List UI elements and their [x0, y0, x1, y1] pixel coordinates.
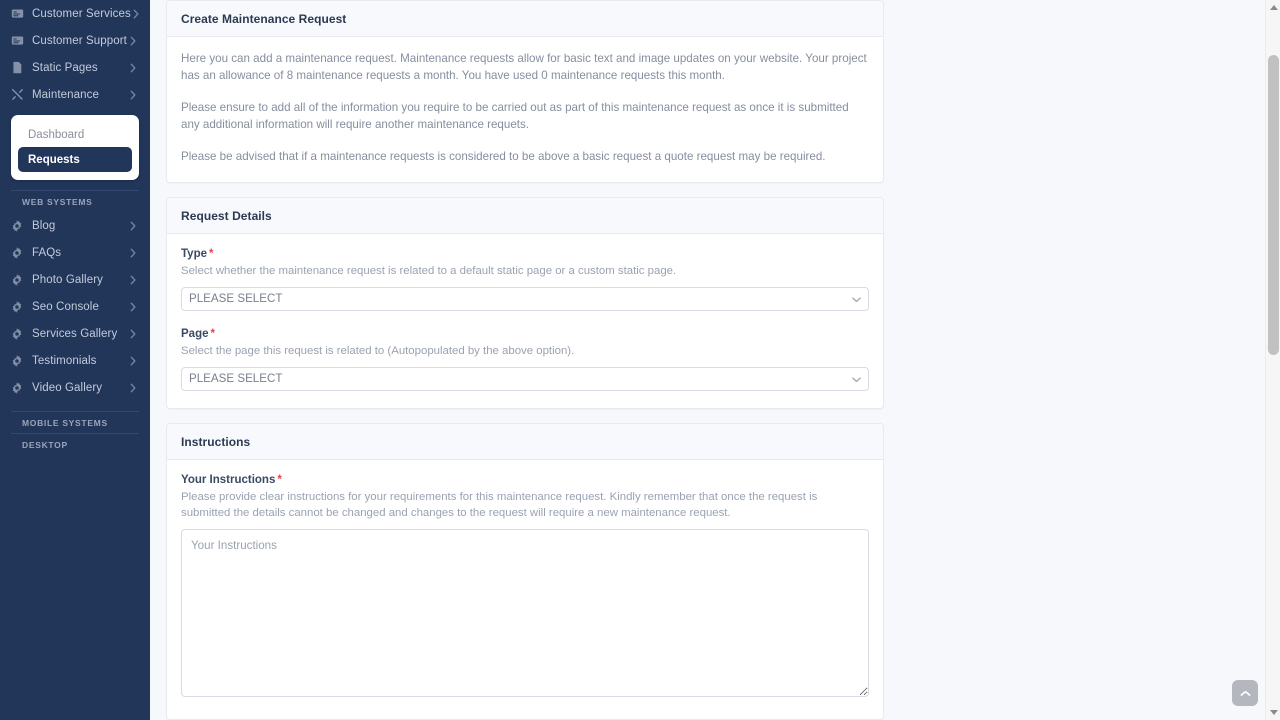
sidebar-item-label: Video Gallery — [32, 381, 103, 394]
sidebar-item-seo-console[interactable]: Seo Console — [0, 293, 150, 320]
page-label: Page * — [181, 328, 869, 340]
sidebar-item-photo-gallery[interactable]: Photo Gallery — [0, 266, 150, 293]
chevron-right-icon — [128, 275, 138, 285]
sidebar-item-label: Blog — [32, 219, 56, 232]
page-title: Create Maintenance Request — [181, 12, 347, 26]
sidebar-section-label: WEB SYSTEMS — [22, 196, 93, 207]
sidebar-item-label: Seo Console — [32, 300, 99, 313]
card-list-icon — [10, 7, 24, 21]
submenu-item-dashboard[interactable]: Dashboard — [18, 123, 132, 147]
your-instructions-help-text: Please provide clear instructions for yo… — [181, 490, 818, 519]
scrollbar-thumb[interactable] — [1268, 55, 1279, 355]
maintenance-submenu: Dashboard Requests — [11, 115, 139, 180]
intro-paragraph-1: Here you can add a maintenance request. … — [181, 52, 867, 82]
request-details-card: Request Details Type * Select whether the… — [166, 196, 884, 409]
gear-icon — [10, 273, 24, 287]
page-content: Create Maintenance Request Here you can … — [166, 0, 884, 720]
chevron-right-icon — [131, 9, 141, 19]
create-maintenance-request-card: Create Maintenance Request Here you can … — [166, 0, 884, 183]
main-content-area: Create Maintenance Request Here you can … — [150, 0, 1280, 720]
scrollbar-up-arrow-icon[interactable] — [1266, 0, 1280, 15]
section-title: Request Details — [181, 208, 272, 223]
gear-icon — [10, 300, 24, 314]
sidebar-item-testimonials[interactable]: Testimonials — [0, 347, 150, 374]
page-field-group: Page * Select the page this request is re… — [181, 328, 869, 391]
tools-icon — [10, 88, 24, 102]
page-help-text: Select the page this request is related … — [181, 344, 575, 357]
sidebar-section-desktop: DESKTOP — [11, 433, 139, 455]
your-instructions-label: Your Instructions * — [181, 474, 869, 486]
page-label-text: Page — [181, 327, 209, 340]
sidebar-item-blog[interactable]: Blog — [0, 212, 150, 239]
file-icon — [10, 61, 24, 75]
card-body: Type * Select whether the maintenance req… — [167, 234, 883, 408]
chevron-right-icon — [128, 90, 138, 100]
instructions-card: Instructions Your Instructions * Please p… — [166, 422, 884, 720]
type-help-text: Select whether the maintenance request i… — [181, 264, 677, 277]
submenu-item-label: Dashboard — [28, 129, 85, 141]
gear-icon — [10, 381, 24, 395]
gear-icon — [10, 219, 24, 233]
scroll-to-top-button[interactable] — [1232, 680, 1258, 706]
your-instructions-field-group: Your Instructions * Please provide clear … — [181, 474, 869, 702]
gear-icon — [10, 246, 24, 260]
your-instructions-textarea[interactable] — [181, 528, 869, 697]
chevron-right-icon — [128, 63, 138, 73]
type-field-group: Type * Select whether the maintenance req… — [181, 248, 869, 311]
type-label-text: Type — [181, 247, 207, 260]
sidebar-item-label: Services Gallery — [32, 327, 118, 340]
chevron-right-icon — [128, 329, 138, 339]
intro-paragraph-2: Please ensure to add all of the informat… — [181, 101, 849, 131]
chevron-right-icon — [128, 36, 138, 46]
sidebar-item-video-gallery[interactable]: Video Gallery — [0, 374, 150, 401]
sidebar-section-mobile-systems: MOBILE SYSTEMS — [11, 411, 139, 433]
section-title: Instructions — [181, 434, 251, 449]
sidebar-item-label: Maintenance — [32, 88, 99, 101]
card-list-icon — [10, 34, 24, 48]
chevron-right-icon — [128, 221, 138, 231]
intro-paragraph-3: Please be advised that if a maintenance … — [181, 150, 826, 163]
scrollbar-down-arrow-icon[interactable] — [1266, 705, 1280, 720]
your-instructions-label-text: Your Instructions — [181, 473, 276, 486]
chevron-right-icon — [128, 383, 138, 393]
chevron-right-icon — [128, 356, 138, 366]
sidebar-item-faqs[interactable]: FAQs — [0, 239, 150, 266]
sidebar: Customer Services Customer Support Stati… — [0, 0, 150, 720]
card-header: Instructions — [167, 423, 883, 460]
card-header: Create Maintenance Request — [167, 1, 883, 37]
type-label: Type * — [181, 248, 869, 260]
sidebar-item-label: FAQs — [32, 246, 62, 259]
card-body: Your Instructions * Please provide clear … — [167, 460, 883, 719]
submenu-item-label: Requests — [28, 153, 80, 166]
page-select-wrapper: PLEASE SELECT — [181, 366, 869, 391]
type-select[interactable]: PLEASE SELECT — [181, 286, 869, 311]
sidebar-item-label: Customer Services — [32, 7, 131, 20]
type-select-wrapper: PLEASE SELECT — [181, 286, 869, 311]
sidebar-item-maintenance[interactable]: Maintenance — [0, 81, 150, 108]
gear-icon — [10, 354, 24, 368]
required-marker: * — [277, 473, 282, 486]
sidebar-item-label: Static Pages — [32, 61, 98, 74]
sidebar-item-label: Testimonials — [32, 354, 97, 367]
sidebar-section-label: DESKTOP — [22, 439, 68, 450]
sidebar-item-services-gallery[interactable]: Services Gallery — [0, 320, 150, 347]
submenu-item-requests[interactable]: Requests — [18, 147, 132, 172]
card-body: Here you can add a maintenance request. … — [167, 37, 883, 182]
page-select[interactable]: PLEASE SELECT — [181, 366, 869, 391]
required-marker: * — [210, 327, 215, 340]
gear-icon — [10, 327, 24, 341]
sidebar-item-label: Customer Support — [32, 34, 127, 47]
sidebar-item-customer-support[interactable]: Customer Support — [0, 27, 150, 54]
sidebar-item-static-pages[interactable]: Static Pages — [0, 54, 150, 81]
sidebar-item-label: Photo Gallery — [32, 273, 103, 286]
sidebar-section-web-systems: WEB SYSTEMS — [11, 190, 139, 212]
required-marker: * — [209, 247, 214, 260]
card-header: Request Details — [167, 197, 883, 234]
sidebar-item-customer-services[interactable]: Customer Services — [0, 0, 150, 27]
page-scrollbar[interactable] — [1265, 0, 1280, 720]
chevron-right-icon — [128, 248, 138, 258]
sidebar-section-label: MOBILE SYSTEMS — [22, 417, 108, 428]
chevron-right-icon — [128, 302, 138, 312]
chevron-up-icon — [1240, 684, 1251, 702]
